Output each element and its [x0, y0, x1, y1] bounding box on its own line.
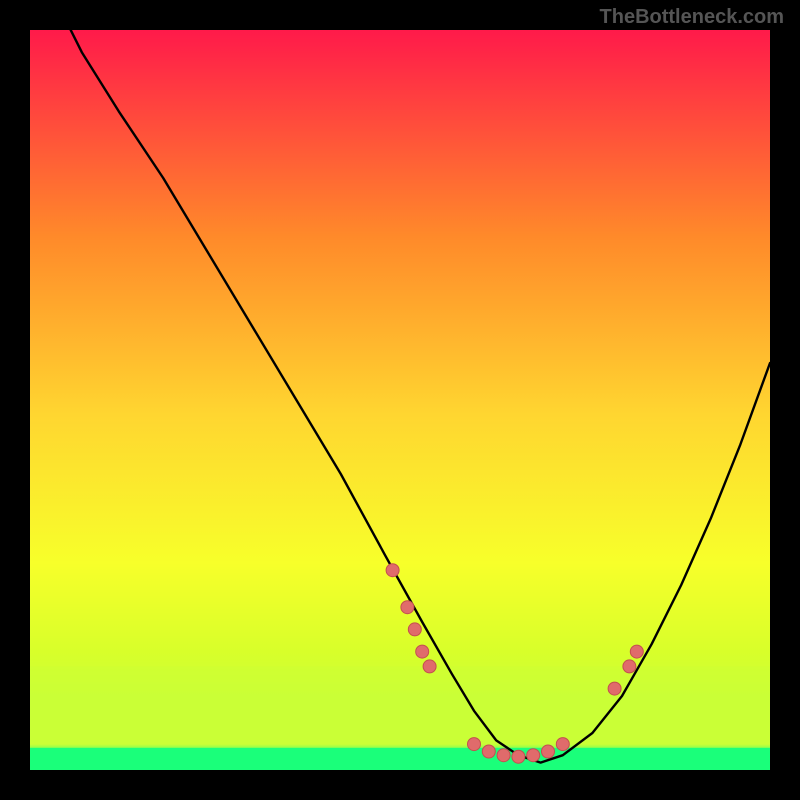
data-point — [542, 745, 555, 758]
data-point — [468, 738, 481, 751]
watermark-text: TheBottleneck.com — [600, 6, 784, 29]
data-point — [512, 750, 525, 763]
data-point — [482, 745, 495, 758]
data-point — [623, 660, 636, 673]
data-point — [608, 682, 621, 695]
data-point — [556, 738, 569, 751]
data-point — [408, 623, 421, 636]
data-point — [423, 660, 436, 673]
chart-plot-area — [30, 30, 770, 770]
data-point — [527, 749, 540, 762]
data-point — [386, 564, 399, 577]
data-point — [630, 645, 643, 658]
data-point — [497, 749, 510, 762]
bottleneck-curve-chart — [30, 30, 770, 770]
data-point — [401, 601, 414, 614]
data-point — [416, 645, 429, 658]
